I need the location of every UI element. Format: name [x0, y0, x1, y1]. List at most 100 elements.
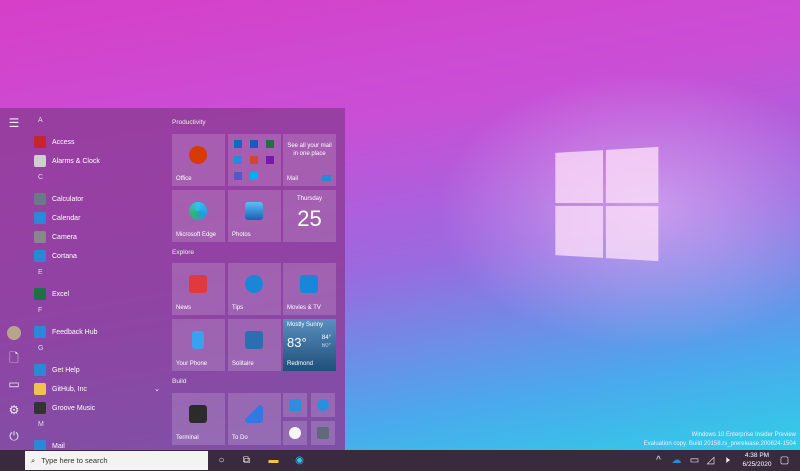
app-camera[interactable]: Camera [30, 228, 160, 246]
news-icon [189, 275, 207, 293]
group-build: Build [172, 378, 187, 385]
app-feedback-hub[interactable]: Feedback Hub [30, 323, 160, 341]
app-icon [34, 250, 46, 262]
app-cortana[interactable]: Cortana [30, 247, 160, 265]
app-calendar[interactable]: Calendar [30, 209, 160, 227]
tile-mail[interactable]: See all your mail in one place Mail [283, 134, 336, 186]
watermark-line1: Windows 10 Enterprise Insider Preview [691, 432, 796, 438]
search-box[interactable]: ⌕ Type here to search [25, 451, 208, 470]
tile-label: Your Phone [176, 361, 208, 367]
start-rail: ☰ 🗋 ▭ ⚙ ⏻ [0, 108, 28, 450]
tile-label: Mail [287, 176, 299, 182]
taskbar: ⌕ Type here to search ○ ⧉ ▬ ◉ ^ ☁ ▭ ◿ 🕨 4… [0, 450, 800, 471]
tile-label: Movies & TV [287, 305, 321, 311]
tile-calculator[interactable] [311, 421, 335, 445]
tile-todo[interactable]: To Do [228, 393, 281, 445]
action-center-icon[interactable]: ▢ [778, 454, 791, 467]
tile-feedback[interactable] [311, 393, 335, 417]
tile-label: Photos [232, 232, 251, 238]
start-menu: ☰ 🗋 ▭ ⚙ ⏻ A Access Alarms & Clock C Calculat… [0, 108, 345, 452]
app-alarms-clock[interactable]: Alarms & Clock [30, 152, 160, 170]
app-label: Feedback Hub [52, 328, 98, 336]
tile-github[interactable] [283, 421, 307, 445]
mail-icon [322, 175, 331, 181]
edge-taskbar-icon[interactable]: ◉ [293, 454, 306, 467]
task-view-icon[interactable]: ⧉ [240, 454, 253, 467]
tile-label: Office [176, 176, 192, 182]
search-placeholder: Type here to search [41, 456, 108, 465]
app-calculator[interactable]: Calculator [30, 190, 160, 208]
network-icon[interactable]: ◿ [704, 454, 717, 467]
phone-icon [192, 331, 204, 349]
app-icon [34, 326, 46, 338]
letter-header[interactable]: C [38, 174, 43, 181]
terminal-icon [189, 405, 207, 423]
app-label: Access [52, 138, 75, 146]
cortana-icon[interactable]: ○ [215, 454, 228, 467]
weather-temp: 83° [287, 335, 307, 350]
app-get-help[interactable]: Get Help [30, 361, 160, 379]
group-explore: Explore [172, 249, 195, 256]
settings-icon[interactable]: ⚙ [7, 403, 21, 417]
hamburger-icon[interactable]: ☰ [7, 116, 21, 130]
todo-icon [245, 405, 263, 423]
clock[interactable]: 4:38 PM 6/25/2020 [738, 452, 776, 469]
clock-date: 6/25/2020 [742, 460, 772, 468]
tips-icon [245, 275, 263, 293]
app-icon [34, 402, 46, 414]
tile-label: Terminal [176, 435, 199, 441]
power-icon[interactable]: ⏻ [7, 429, 21, 443]
tile-photos[interactable]: Photos [228, 190, 281, 242]
photos-icon [245, 202, 263, 220]
app-excel[interactable]: Excel [30, 285, 160, 303]
chevron-down-icon[interactable]: ⌄ [154, 385, 160, 393]
app-icon [34, 288, 46, 300]
onedrive-icon[interactable]: ☁ [670, 454, 683, 467]
letter-header[interactable]: M [38, 421, 44, 428]
app-icon [34, 193, 46, 205]
tile-label: Tips [232, 305, 244, 311]
tile-news[interactable]: News [172, 263, 225, 315]
weather-high: 84° [321, 335, 331, 341]
app-groove-music[interactable]: Groove Music [30, 399, 160, 417]
tile-label: To Do [232, 435, 248, 441]
letter-header[interactable]: E [38, 269, 43, 276]
tile-edge[interactable]: Microsoft Edge [172, 190, 225, 242]
tile-calendar[interactable]: Thursday 25 [283, 190, 336, 242]
app-label: Groove Music [52, 404, 96, 412]
tile-tips[interactable]: Tips [228, 263, 281, 315]
app-icon [34, 136, 46, 148]
app-label: Camera [52, 233, 77, 241]
group-productivity: Productivity [172, 119, 206, 126]
tile-solitaire[interactable]: Solitaire [228, 319, 281, 371]
pictures-icon[interactable]: ▭ [7, 377, 21, 391]
app-github-inc[interactable]: GitHub, Inc ⌄ [30, 380, 160, 398]
tile-vscode[interactable] [283, 393, 307, 417]
volume-icon[interactable]: 🕨 [720, 454, 733, 467]
avatar[interactable] [7, 326, 21, 340]
tile-label: Solitaire [232, 361, 254, 367]
document-icon[interactable]: 🗋 [7, 351, 21, 365]
search-icon: ⌕ [31, 455, 36, 465]
app-icon [34, 231, 46, 243]
letter-header[interactable]: A [38, 117, 43, 124]
letter-header[interactable]: G [38, 345, 43, 352]
tile-movies[interactable]: Movies & TV [283, 263, 336, 315]
tray-chevron-icon[interactable]: ^ [652, 454, 665, 467]
battery-icon[interactable]: ▭ [688, 454, 701, 467]
tile-office-apps-folder[interactable] [228, 134, 281, 186]
tile-terminal[interactable]: Terminal [172, 393, 225, 445]
app-icon [34, 364, 46, 376]
app-access[interactable]: Access [30, 133, 160, 151]
tile-office[interactable]: Office [172, 134, 225, 186]
tile-weather[interactable]: Mostly Sunny 83° 84° 60° Redmond [283, 319, 336, 371]
app-label: Cortana [52, 252, 77, 260]
app-icon [34, 383, 46, 395]
file-explorer-icon[interactable]: ▬ [267, 454, 280, 467]
start-button[interactable] [6, 454, 19, 467]
windows-logo-wallpaper [555, 146, 659, 262]
weather-condition: Mostly Sunny [287, 322, 324, 328]
letter-header[interactable]: F [38, 307, 42, 314]
solitaire-icon [245, 331, 263, 349]
tile-your-phone[interactable]: Your Phone [172, 319, 225, 371]
